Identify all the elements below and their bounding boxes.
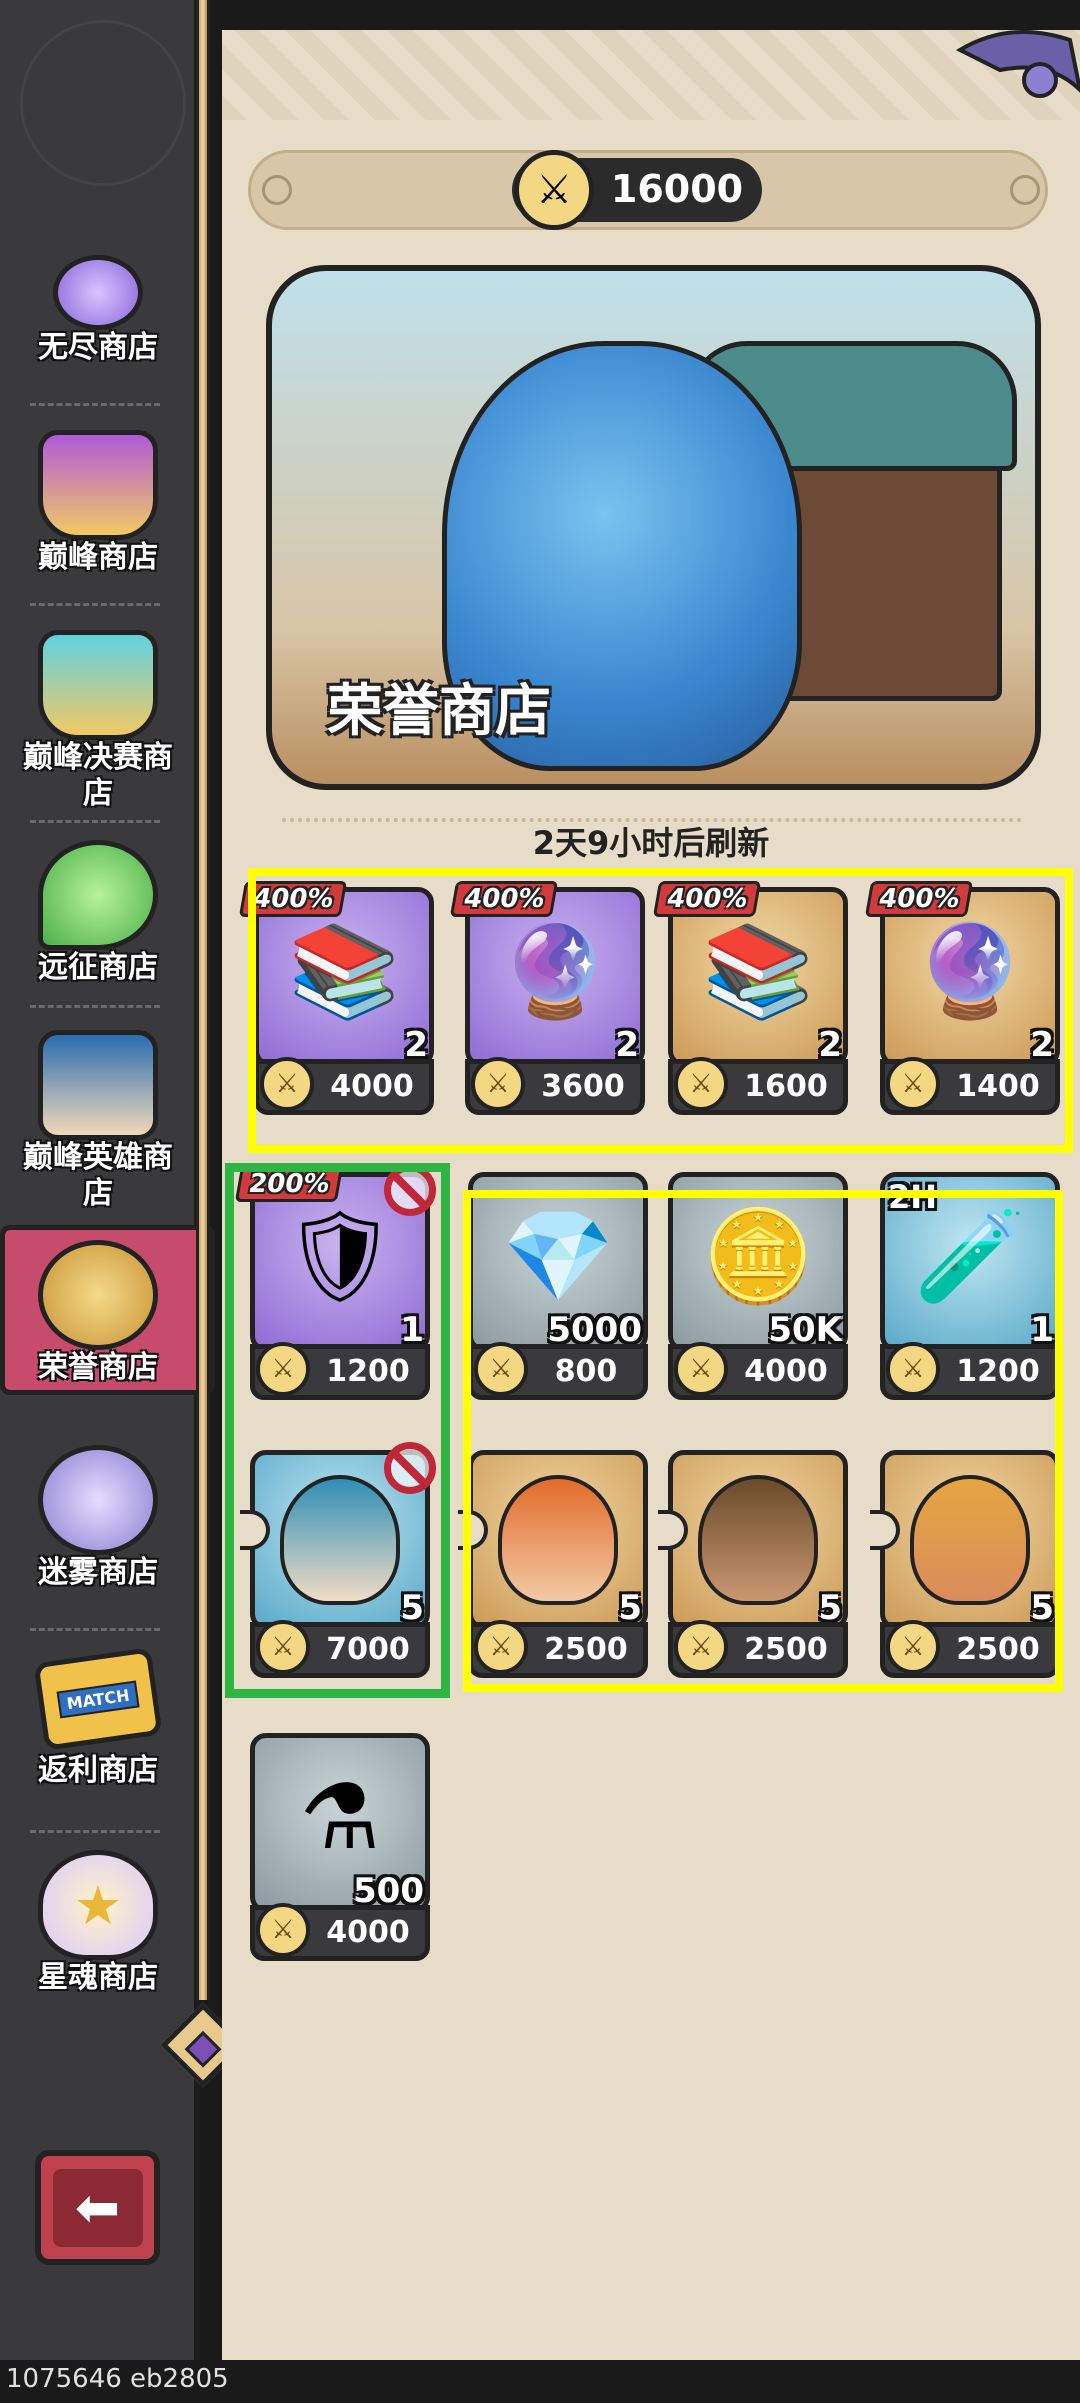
shop-item-card[interactable]: ⚗ 500 ⚔ 4000 xyxy=(250,1733,430,1961)
honor-coin-icon: ⚔ xyxy=(514,150,594,230)
honor-coin-icon: ⚔ xyxy=(260,1057,314,1111)
honor-coin-icon: ⚔ xyxy=(256,1620,310,1674)
prohibited-icon xyxy=(384,1164,436,1216)
slime-icon xyxy=(53,255,143,330)
green-slime-icon xyxy=(38,840,158,950)
item-price: 2500 xyxy=(744,1632,828,1667)
sidebar-item-label: 巅峰决赛商店 xyxy=(23,740,173,811)
sidebar-divider xyxy=(30,1628,160,1631)
back-arrow-icon: ⬅ xyxy=(52,2168,143,2247)
item-price: 3600 xyxy=(541,1069,625,1104)
honor-coin-icon: ⚔ xyxy=(674,1620,728,1674)
sidebar-item-label: 迷雾商店 xyxy=(38,1555,158,1590)
item-price: 1600 xyxy=(744,1069,828,1104)
back-button[interactable]: ⬅ xyxy=(35,2150,160,2265)
match-ticket-icon: MATCH xyxy=(33,1647,163,1751)
refresh-timer: 2天9小时后刷新 xyxy=(222,818,1080,864)
shop-item-card[interactable]: 🔮 2 ⚔ 3600 400% xyxy=(449,881,645,1115)
sidebar-item-honor-shop[interactable]: 荣誉商店 xyxy=(0,1240,196,1386)
discount-badge: 400% xyxy=(864,881,974,917)
sidebar-item-label: 星魂商店 xyxy=(38,1960,158,1995)
honor-coin-icon: ⚔ xyxy=(474,1342,528,1396)
honor-coin-icon: ⚔ xyxy=(474,1620,528,1674)
sidebar-item-label: 无尽商店 xyxy=(38,330,158,365)
sidebar-item-label: 荣誉商店 xyxy=(38,1350,158,1385)
sidebar-item-label: 远征商店 xyxy=(38,950,158,985)
item-price: 7000 xyxy=(326,1632,410,1667)
item-price: 2500 xyxy=(956,1632,1040,1667)
sidebar-divider xyxy=(30,1830,160,1833)
shop-item-card[interactable]: 🛡 1 ⚔ 1200 200% xyxy=(234,1164,436,1400)
item-price: 4000 xyxy=(326,1915,410,1950)
ornament-right-icon xyxy=(1010,175,1040,205)
match-badge: MATCH xyxy=(56,1680,140,1718)
sidebar-item-endless-shop[interactable]: 无尽商店 xyxy=(0,255,196,366)
honor-coin-icon: ⚔ xyxy=(886,1342,940,1396)
item-price: 800 xyxy=(554,1354,618,1389)
discount-badge: 400% xyxy=(238,881,348,917)
crown-icon xyxy=(38,430,158,540)
shop-item-card[interactable]: 5 ⚔ 7000 xyxy=(240,1442,436,1678)
honor-coin-amount: 16000 xyxy=(610,167,744,211)
item-price: 1200 xyxy=(326,1354,410,1389)
crown-shield-icon xyxy=(38,630,158,740)
shop-item-card[interactable]: 📚 2 ⚔ 1600 400% xyxy=(652,881,848,1115)
sidebar-item-label: 巅峰英雄商店 xyxy=(23,1140,173,1211)
honor-coin-icon: ⚔ xyxy=(256,1903,310,1957)
limited-timer-badge: 2H xyxy=(888,1178,938,1216)
sidebar-item-mist-shop[interactable]: 迷雾商店 xyxy=(0,1445,196,1591)
item-price: 4000 xyxy=(744,1354,828,1389)
honor-coin-icon: ⚔ xyxy=(886,1057,940,1111)
sidebar-item-peak-shop[interactable]: 巅峰商店 xyxy=(0,430,196,576)
sidebar-item-star-soul-shop[interactable]: ★ 星魂商店 xyxy=(0,1850,196,1996)
shop-item-card[interactable]: 5 ⚔ 2500 xyxy=(870,1450,1060,1678)
honor-coin-icon: ⚔ xyxy=(471,1057,525,1111)
shop-item-card[interactable]: 🔮 2 ⚔ 1400 400% xyxy=(864,881,1060,1115)
sidebar-item-peak-final-shop[interactable]: 巅峰决赛商店 xyxy=(0,630,196,812)
corner-ornament-icon xyxy=(955,30,1080,98)
prohibited-icon xyxy=(384,1442,436,1494)
refresh-timer-text: 2天9小时后刷新 xyxy=(518,824,784,862)
honor-coin-icon: ⚔ xyxy=(886,1620,940,1674)
shop-item-card[interactable]: 💎 5000 ⚔ 800 xyxy=(468,1172,648,1400)
ornament-left-icon xyxy=(262,175,292,205)
sidebar-divider xyxy=(30,603,160,606)
shop-item-card[interactable]: 🪙 50K ⚔ 4000 xyxy=(668,1172,848,1400)
hero-portrait-icon xyxy=(38,1030,158,1140)
banner-title: 荣誉商店 xyxy=(327,679,551,744)
discount-badge: 400% xyxy=(652,881,762,917)
shop-item-card[interactable]: 5 ⚔ 2500 xyxy=(658,1450,848,1678)
crossed-swords-icon xyxy=(38,1240,158,1350)
watermark-text: 1075646 eb2805 xyxy=(6,2364,229,2394)
star-soul-icon: ★ xyxy=(38,1850,158,1960)
honor-coin-icon: ⚔ xyxy=(674,1057,728,1111)
item-price: 4000 xyxy=(330,1069,414,1104)
shop-item-card[interactable]: 📚 2 ⚔ 4000 400% xyxy=(238,881,434,1115)
discount-badge: 400% xyxy=(449,881,559,917)
item-price: 1400 xyxy=(956,1069,1040,1104)
discount-badge: 200% xyxy=(234,1166,344,1202)
sidebar-divider xyxy=(30,1005,160,1008)
sidebar-item-label: 返利商店 xyxy=(38,1753,158,1788)
honor-coin-icon: ⚔ xyxy=(674,1342,728,1396)
shop-item-card[interactable]: 🧪 1 ⚔ 1200 2H xyxy=(880,1172,1060,1400)
sidebar-divider xyxy=(30,403,160,406)
sidebar-divider xyxy=(30,820,160,823)
mist-orb-icon xyxy=(38,1445,158,1555)
honor-shop-banner: 荣誉商店 xyxy=(266,265,1041,790)
sidebar-item-expedition-shop[interactable]: 远征商店 xyxy=(0,840,196,986)
sidebar-rail xyxy=(196,0,210,2000)
item-price: 2500 xyxy=(544,1632,628,1667)
honor-coin-icon: ⚔ xyxy=(256,1342,310,1396)
sidebar-item-label: 巅峰商店 xyxy=(38,540,158,575)
sidebar-item-peak-hero-shop[interactable]: 巅峰英雄商店 xyxy=(0,1030,196,1212)
item-price: 1200 xyxy=(956,1354,1040,1389)
sidebar-item-rebate-shop[interactable]: MATCH 返利商店 xyxy=(0,1647,196,1789)
shop-item-card[interactable]: 5 ⚔ 2500 xyxy=(458,1450,648,1678)
